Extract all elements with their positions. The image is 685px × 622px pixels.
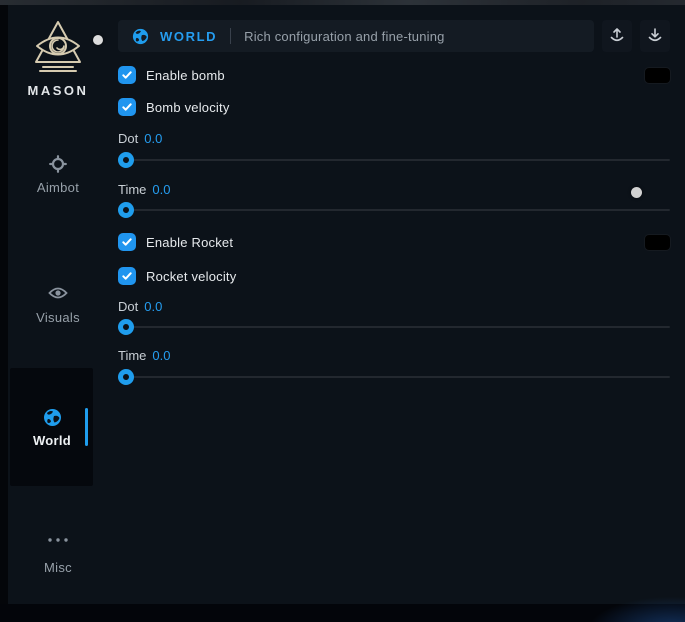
rocket-velocity-checkbox[interactable]	[118, 267, 136, 285]
globe-icon	[132, 28, 149, 45]
upload-icon	[609, 27, 625, 46]
bottom-corner-glow	[525, 567, 685, 622]
slider-thumb[interactable]	[118, 319, 134, 335]
checkbox-label: Enable bomb	[146, 68, 225, 83]
rocket-velocity-row: Rocket velocity	[118, 267, 670, 285]
sidebar: MASON Aimbot Visuals W	[8, 5, 108, 600]
brand-name: MASON	[8, 83, 108, 98]
bomb-velocity-checkbox[interactable]	[118, 98, 136, 116]
sidebar-item-aimbot[interactable]: Aimbot	[8, 155, 108, 195]
check-icon	[121, 101, 133, 113]
slider-value: 0.0	[144, 131, 162, 146]
eye-icon	[8, 285, 108, 303]
download-icon	[647, 27, 663, 46]
bomb-color-swatch[interactable]	[645, 68, 670, 83]
slider-track[interactable]	[118, 326, 670, 328]
cursor-dot	[631, 187, 642, 198]
sidebar-item-world-card[interactable]: World	[10, 368, 93, 486]
slider-value: 0.0	[152, 348, 170, 363]
checkbox-label: Rocket velocity	[146, 269, 236, 284]
rocket-dot-slider[interactable]	[118, 319, 670, 335]
rocket-time-slider-label: Time 0.0	[118, 348, 670, 364]
import-config-button[interactable]	[640, 20, 670, 52]
all-seeing-eye-logo-icon	[8, 19, 108, 77]
bomb-time-slider-label: Time 0.0	[118, 182, 670, 198]
rocket-color-swatch[interactable]	[645, 235, 670, 250]
active-tab-indicator	[85, 408, 88, 446]
checkbox-label: Bomb velocity	[146, 100, 230, 115]
title-divider	[230, 28, 231, 44]
ellipsis-icon	[8, 535, 108, 553]
check-icon	[121, 236, 133, 248]
slider-value: 0.0	[152, 182, 170, 197]
sidebar-item-visuals[interactable]: Visuals	[8, 285, 108, 325]
bomb-time-slider[interactable]	[118, 202, 670, 218]
sidebar-item-misc[interactable]: Misc	[8, 535, 108, 575]
rocket-time-slider[interactable]	[118, 369, 670, 385]
brand-logo-block: MASON	[8, 19, 108, 98]
slider-value: 0.0	[144, 299, 162, 314]
checkbox-label: Enable Rocket	[146, 235, 233, 250]
slider-track[interactable]	[118, 376, 670, 378]
check-icon	[121, 270, 133, 282]
bomb-velocity-row: Bomb velocity	[118, 98, 670, 116]
slider-thumb[interactable]	[118, 152, 134, 168]
enable-rocket-checkbox[interactable]	[118, 233, 136, 251]
page-header: WORLD Rich configuration and fine-tuning	[118, 20, 670, 52]
sidebar-item-label: Aimbot	[8, 180, 108, 195]
bomb-dot-slider[interactable]	[118, 152, 670, 168]
crosshair-icon	[8, 155, 108, 173]
sidebar-item-label: Visuals	[8, 310, 108, 325]
rocket-dot-slider-label: Dot 0.0	[118, 299, 670, 315]
bomb-dot-slider-label: Dot 0.0	[118, 131, 670, 147]
sidebar-item-label: Misc	[8, 560, 108, 575]
export-config-button[interactable]	[602, 20, 632, 52]
slider-thumb[interactable]	[118, 202, 134, 218]
page-title: WORLD	[160, 29, 217, 44]
slider-name: Time	[118, 182, 146, 197]
slider-name: Dot	[118, 131, 138, 146]
enable-bomb-checkbox[interactable]	[118, 66, 136, 84]
slider-name: Time	[118, 348, 146, 363]
world-settings-panel: Enable bomb Bomb velocity Dot 0.0 Time 0.0…	[118, 66, 670, 385]
tab-title-bar: WORLD Rich configuration and fine-tuning	[118, 20, 594, 52]
slider-track[interactable]	[118, 159, 670, 161]
cursor-dot	[93, 35, 103, 45]
check-icon	[121, 69, 133, 81]
enable-bomb-row: Enable bomb	[118, 66, 670, 84]
enable-rocket-row: Enable Rocket	[118, 233, 670, 251]
page-subtitle: Rich configuration and fine-tuning	[244, 29, 444, 44]
slider-thumb[interactable]	[118, 369, 134, 385]
slider-track[interactable]	[118, 209, 670, 211]
slider-name: Dot	[118, 299, 138, 314]
